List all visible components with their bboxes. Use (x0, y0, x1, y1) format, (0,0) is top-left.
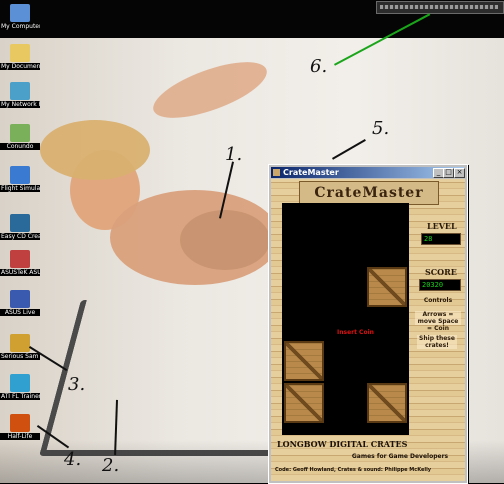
person-legs-shape (180, 210, 270, 270)
desktop-icon-label: Easy CD Creator (0, 233, 40, 240)
desktop-icon-image (10, 166, 30, 184)
insert-coin-text: Insert Coin (337, 329, 374, 336)
annotation-number-6: 6. (310, 56, 328, 77)
desktop-icon-image (10, 124, 30, 142)
desktop-icon[interactable]: My Network Places (0, 82, 40, 108)
app-icon (273, 169, 280, 176)
desktop-icon-image (10, 290, 30, 308)
ship-crates-button[interactable]: Ship these crates! (417, 335, 457, 349)
desktop-icon-image (10, 250, 30, 268)
maximize-button[interactable]: □ (443, 168, 454, 178)
window-title: CrateMaster (283, 168, 339, 177)
tray-icons-strip (380, 5, 498, 9)
close-button[interactable]: × (454, 168, 465, 178)
footer-brand: LONGBOW DIGITAL CRATES (277, 439, 408, 449)
desktop-icon-image (10, 214, 30, 232)
level-display: 28 (421, 233, 461, 245)
footer-tagline: Games for Game Developers (351, 453, 449, 460)
desktop-icon[interactable]: Serious Sam Test (0, 334, 40, 360)
desktop-icon-label: ATI FL Trainer (0, 393, 40, 400)
desktop-icon-label: My Documents (0, 63, 40, 70)
person-arm-shape (146, 50, 274, 130)
window-titlebar[interactable]: CrateMaster _ □ × (271, 167, 465, 178)
desktop-icon-label: My Network Places (0, 101, 40, 108)
annotation-number-5: 5. (372, 118, 390, 139)
desktop-icon[interactable]: ATI FL Trainer (0, 374, 40, 400)
level-label: LEVEL (427, 221, 457, 231)
cratemaster-window[interactable]: CrateMaster _ □ × CrateMaster Insert Coi… (268, 164, 468, 484)
desktop-icon[interactable]: ASUSTeK ASUSDVD (0, 250, 40, 276)
desktop-icon-label: Half-Life (0, 433, 40, 440)
desktop-icon-label: My Computer (0, 23, 40, 30)
annotation-number-4: 4. (64, 449, 82, 470)
desktop-icon-image (10, 82, 30, 100)
desktop-icon[interactable]: My Computer (0, 4, 40, 30)
controls-help: Arrows = move Space = Coin (415, 311, 461, 332)
desktop-icon-image (10, 44, 30, 62)
desktop-icon-image (10, 414, 30, 432)
crate (284, 341, 324, 381)
desktop-icon[interactable]: Half-Life (0, 414, 40, 440)
person-hair-shape (40, 120, 150, 180)
controls-label: Controls (423, 297, 453, 304)
desktop-icon-label: Flight Simulator 2000 (0, 185, 40, 192)
desktop-icon[interactable]: My Documents (0, 44, 40, 70)
crate (367, 267, 407, 307)
crate (367, 383, 407, 423)
desktop-icon[interactable]: Flight Simulator 2000 (0, 166, 40, 192)
score-label: SCORE (425, 267, 457, 277)
desktop-icon[interactable]: Easy CD Creator (0, 214, 40, 240)
desktop-icon[interactable]: Conundo (0, 124, 40, 150)
desktop-icon-image (10, 334, 30, 352)
desktop-icon-image (10, 4, 30, 22)
footer-credits: Code: Geoff Howland, Crates & sound: Phi… (275, 467, 432, 473)
crate (284, 383, 324, 423)
desktop-icon-label: ASUSTeK ASUSDVD (0, 269, 40, 276)
desktop-icon-image (10, 374, 30, 392)
annotation-number-3: 3. (68, 374, 86, 395)
game-area: CrateMaster Insert Coin LEVEL 28 SCORE 2… (271, 179, 465, 481)
game-banner: CrateMaster (299, 181, 439, 205)
desktop-icon-label: Serious Sam Test (0, 353, 40, 360)
desktop-icon-label: ASUS Live (0, 309, 40, 316)
desktop-icon[interactable]: ASUS Live (0, 290, 40, 316)
score-display: 20320 (419, 279, 461, 291)
taskbar-tray[interactable] (376, 1, 504, 14)
annotation-number-1: 1. (225, 144, 243, 165)
annotation-number-2: 2. (102, 455, 120, 476)
crate-playfield[interactable]: Insert Coin (282, 203, 409, 435)
desktop-icon-label: Conundo (0, 143, 40, 150)
